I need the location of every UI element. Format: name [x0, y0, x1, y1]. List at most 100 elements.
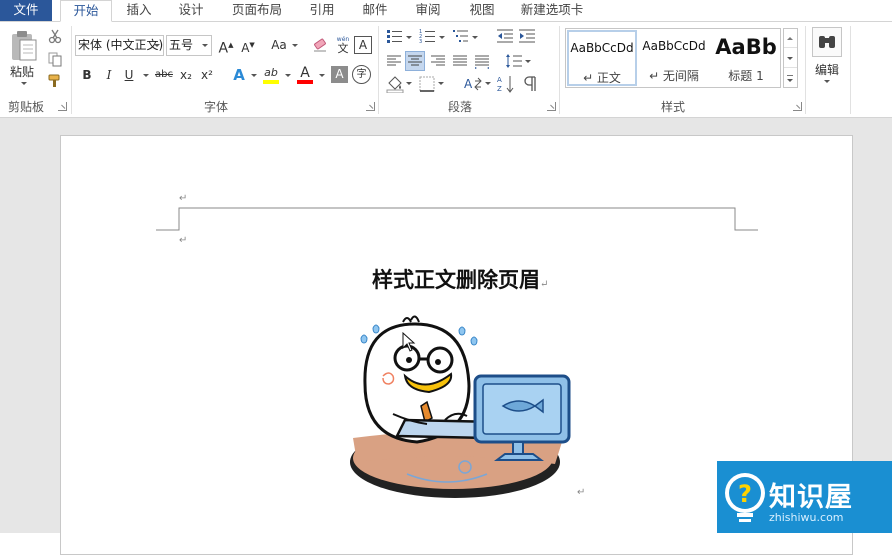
tab-mailings[interactable]: 邮件 [352, 0, 398, 22]
font-color-dropdown-arrow[interactable] [319, 74, 325, 77]
paste-label[interactable]: 粘贴 [10, 63, 34, 80]
underline-icon: U [124, 68, 134, 82]
group-separator [71, 26, 72, 114]
style-no-spacing[interactable]: AaBbCcDd ↵ 无间隔 [639, 30, 709, 86]
numbering-button[interactable]: 123 [419, 28, 437, 45]
gallery-scroll-down[interactable] [784, 49, 797, 68]
character-border-button[interactable]: A [354, 36, 372, 54]
character-shading-icon: A [335, 67, 344, 81]
multilevel-list-button[interactable] [452, 28, 470, 44]
chevron-down-icon [787, 79, 793, 82]
bullets-button[interactable] [386, 28, 404, 44]
clipboard-group-label: 剪贴板 [7, 100, 44, 114]
style-normal[interactable]: AaBbCcDd ↵ 正文 [567, 30, 637, 86]
subscript-button[interactable]: x₂ [176, 65, 196, 85]
cut-button[interactable] [47, 28, 63, 44]
font-dialog-launcher[interactable] [366, 102, 375, 111]
text-effects-dropdown-arrow[interactable] [251, 74, 257, 77]
multilevel-list-dropdown-arrow[interactable] [472, 36, 478, 39]
italic-icon: I [106, 68, 112, 82]
header-boundary [156, 207, 758, 231]
shading-button[interactable] [386, 75, 404, 94]
bullets-dropdown-arrow[interactable] [406, 36, 412, 39]
tab-references[interactable]: 引用 [300, 0, 344, 22]
shading-dropdown-arrow[interactable] [406, 82, 412, 85]
distributed-button[interactable] [474, 53, 490, 69]
underline-button[interactable]: U [119, 65, 139, 85]
align-center-button[interactable] [405, 51, 425, 71]
change-case-dropdown-arrow[interactable] [292, 44, 298, 47]
styles-dialog-launcher[interactable] [793, 102, 802, 111]
tab-insert[interactable]: 插入 [116, 0, 162, 22]
image-paragraph-mark: ↵ [577, 487, 586, 498]
line-spacing-icon [506, 54, 522, 68]
borders-button[interactable] [418, 75, 436, 93]
format-painter-button[interactable] [47, 73, 63, 89]
align-right-icon [431, 55, 445, 66]
highlight-button[interactable]: ab [261, 63, 281, 84]
line-spacing-dropdown-arrow[interactable] [525, 60, 531, 63]
editing-label[interactable]: 编辑 [815, 61, 839, 78]
italic-button[interactable]: I [99, 65, 119, 85]
underline-dropdown-arrow[interactable] [143, 74, 149, 77]
align-left-button[interactable] [386, 53, 402, 69]
decrease-indent-icon [497, 29, 513, 43]
paste-button[interactable] [8, 28, 40, 66]
sort-button[interactable]: A Z [496, 74, 516, 94]
phonetic-guide-button[interactable]: wén 文 [333, 34, 353, 55]
paste-dropdown-arrow[interactable] [21, 82, 27, 85]
decrease-indent-button[interactable] [496, 28, 514, 44]
eraser-icon [314, 38, 326, 52]
gallery-scroll-up[interactable] [784, 29, 797, 48]
group-separator [805, 26, 806, 114]
align-left-icon [387, 55, 401, 66]
cartoon-image[interactable] [337, 314, 577, 504]
tab-page-layout[interactable]: 页面布局 [226, 0, 288, 22]
document-title[interactable]: 样式正文删除页眉↵ [372, 264, 548, 294]
character-border-icon: A [358, 38, 368, 52]
tab-home[interactable]: 开始 [60, 0, 112, 22]
superscript-button[interactable]: x² [197, 65, 217, 85]
cut-icon [48, 29, 62, 44]
binoculars-icon [819, 36, 835, 48]
tab-review[interactable]: 审阅 [406, 0, 450, 22]
strikethrough-button[interactable]: abc [153, 65, 175, 85]
gallery-more-button[interactable] [784, 69, 797, 88]
clipboard-dialog-launcher[interactable] [58, 102, 67, 111]
align-right-button[interactable] [430, 53, 446, 69]
shrink-font-button[interactable]: A▼ [238, 35, 258, 55]
editing-button[interactable] [812, 27, 842, 57]
font-size-combo[interactable]: 五号 [166, 35, 212, 56]
format-painter-icon [48, 74, 60, 87]
tab-file[interactable]: 文件 [0, 0, 52, 22]
font-group-label: 字体 [203, 100, 228, 114]
font-name-combo[interactable]: 宋体 (中文正文) [75, 35, 164, 56]
multilevel-list-icon [453, 30, 468, 42]
justify-button[interactable] [452, 53, 468, 69]
grow-font-icon: A [218, 40, 229, 57]
tab-view[interactable]: 视图 [460, 0, 504, 22]
line-spacing-button[interactable] [505, 52, 523, 70]
increase-indent-button[interactable] [518, 28, 536, 44]
borders-dropdown-arrow[interactable] [438, 82, 444, 85]
numbering-dropdown-arrow[interactable] [439, 36, 445, 39]
text-effects-button[interactable]: A [229, 65, 249, 85]
enclose-characters-button[interactable]: 字 [352, 65, 371, 84]
tab-design[interactable]: 设计 [168, 0, 214, 22]
clear-formatting-button[interactable] [311, 36, 329, 54]
copy-button[interactable] [47, 51, 63, 67]
bold-button[interactable]: B [77, 65, 97, 85]
chinese-layout-button[interactable]: A [463, 75, 483, 93]
show-marks-button[interactable] [521, 74, 539, 94]
editing-dropdown-arrow[interactable] [824, 80, 830, 83]
change-case-button[interactable]: Aa [266, 35, 292, 55]
highlight-dropdown-arrow[interactable] [285, 74, 291, 77]
grow-font-button[interactable]: A▲ [216, 35, 236, 57]
font-color-button[interactable]: A [295, 63, 315, 84]
chinese-layout-dropdown-arrow[interactable] [485, 82, 491, 85]
paragraph-dialog-launcher[interactable] [547, 102, 556, 111]
tab-new-tab[interactable]: 新建选项卡 [514, 0, 590, 22]
character-shading-button[interactable]: A [331, 66, 348, 83]
more-bar-icon [787, 75, 793, 76]
style-heading-1[interactable]: AaBb 标题 1 [711, 30, 781, 86]
